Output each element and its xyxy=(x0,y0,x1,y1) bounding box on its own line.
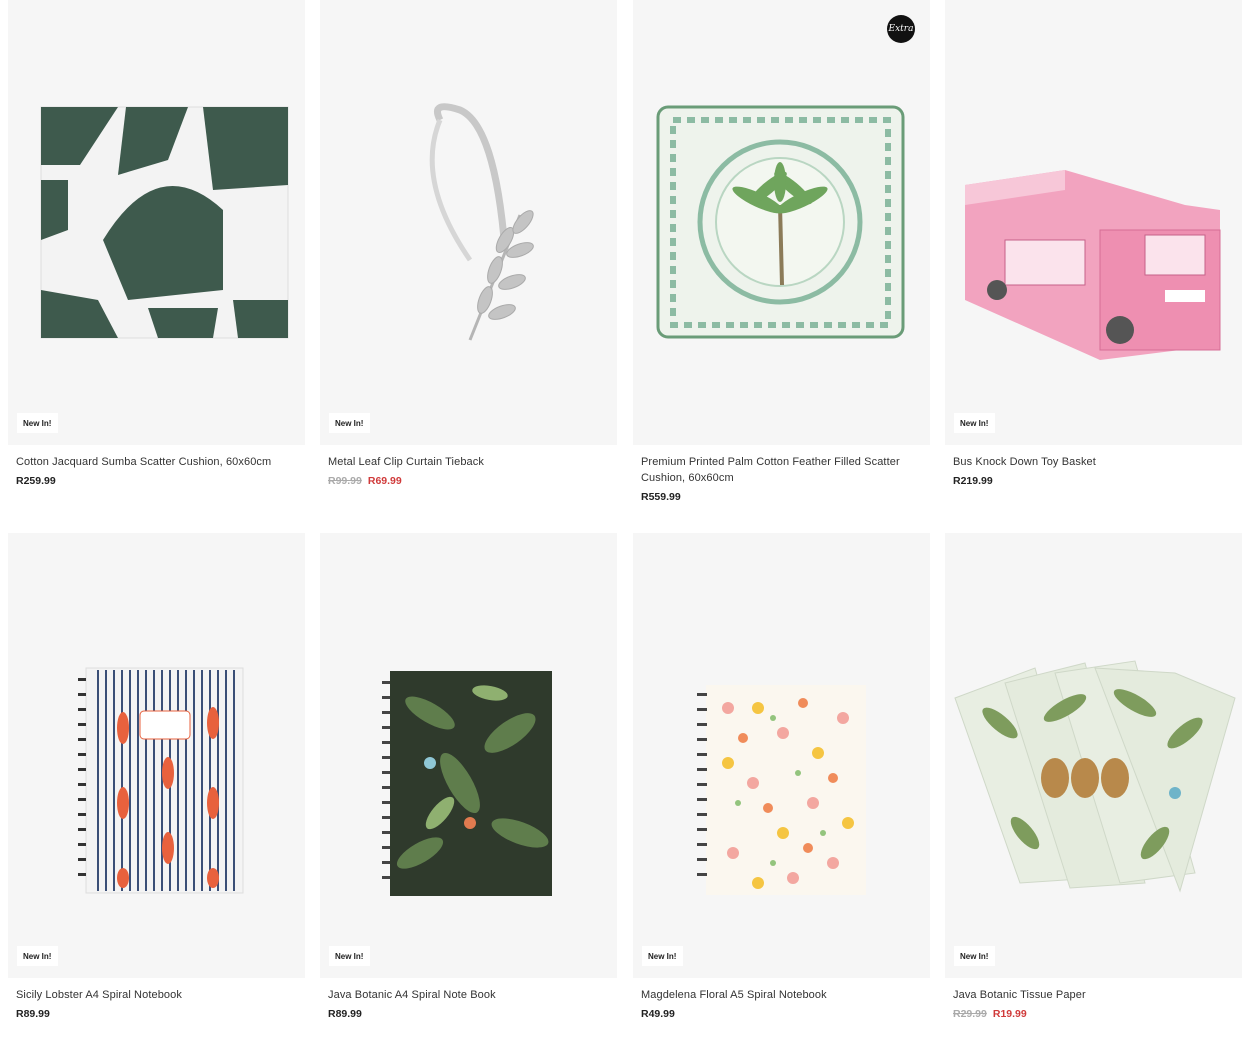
bus-basket-image xyxy=(965,170,1221,360)
product-card[interactable]: New In! Bus Knock Down Toy Basket R219.9… xyxy=(945,0,1242,487)
product-price: R219.99 xyxy=(953,475,993,487)
product-price-row: R99.99 R69.99 xyxy=(328,475,609,487)
product-title[interactable]: Sicily Lobster A4 Spiral Notebook xyxy=(16,987,297,1003)
product-price-row: R259.99 xyxy=(16,475,297,487)
new-in-badge: New In! xyxy=(642,946,684,966)
product-image-link[interactable]: New In! xyxy=(320,533,617,978)
product-image-link[interactable]: New In! xyxy=(945,533,1242,978)
product-price: R49.99 xyxy=(641,1008,675,1020)
product-card[interactable]: New In! Java Botanic A4 Spiral Note Book… xyxy=(320,533,617,1020)
original-price: R29.99 xyxy=(953,1008,987,1020)
tissue-paper-image xyxy=(954,660,1236,893)
product-card[interactable]: New In! Java Botanic Tissue Paper R29.99… xyxy=(945,533,1242,1020)
new-in-badge: New In! xyxy=(17,946,59,966)
product-price-row: R29.99 R19.99 xyxy=(953,1008,1234,1020)
product-image-link[interactable]: Extra xyxy=(633,0,930,445)
product-image-link[interactable]: New In! xyxy=(320,0,617,445)
product-price: R259.99 xyxy=(16,475,56,487)
product-card[interactable]: New In! Magdelena Floral A5 Spiral Noteb… xyxy=(633,533,930,1020)
product-image-link[interactable]: New In! xyxy=(633,533,930,978)
original-price: R99.99 xyxy=(328,475,362,487)
product-price-row: R559.99 xyxy=(641,491,922,503)
product-card[interactable]: Extra Premium Printed Palm Cotton Feathe… xyxy=(633,0,930,503)
product-title[interactable]: Magdelena Floral A5 Spiral Notebook xyxy=(641,987,922,1003)
product-card[interactable]: New In! Metal Leaf Clip Curtain Tieback … xyxy=(320,0,617,487)
sale-price: R19.99 xyxy=(992,1008,1027,1020)
product-image-link[interactable]: New In! xyxy=(8,533,305,978)
new-in-badge: New In! xyxy=(954,946,996,966)
new-in-badge: New In! xyxy=(954,413,996,433)
new-in-badge: New In! xyxy=(329,413,371,433)
product-image-link[interactable]: New In! xyxy=(8,0,305,445)
botanic-notebook-image xyxy=(382,671,552,896)
product-image-link[interactable]: New In! xyxy=(945,0,1242,445)
palm-cushion-image xyxy=(656,105,905,339)
cushion-geometric-image xyxy=(40,106,289,339)
extra-brand-logo: Extra xyxy=(887,15,915,43)
tieback-image xyxy=(429,103,534,341)
product-price: R89.99 xyxy=(328,1008,362,1020)
new-in-badge: New In! xyxy=(17,413,59,433)
sale-price: R69.99 xyxy=(367,475,402,487)
product-title[interactable]: Premium Printed Palm Cotton Feather Fill… xyxy=(641,454,922,486)
product-price-row: R49.99 xyxy=(641,1008,922,1020)
new-in-badge: New In! xyxy=(329,946,371,966)
product-title[interactable]: Metal Leaf Clip Curtain Tieback xyxy=(328,454,609,470)
product-price-row: R219.99 xyxy=(953,475,1234,487)
product-card[interactable]: New In! Sicily Lobster A4 Spiral Noteboo… xyxy=(8,533,305,1020)
product-price: R89.99 xyxy=(16,1008,50,1020)
product-price-row: R89.99 xyxy=(328,1008,609,1020)
product-grid: New In! Cotton Jacquard Sumba Scatter Cu… xyxy=(0,0,1250,1050)
product-price-row: R89.99 xyxy=(16,1008,297,1020)
product-title[interactable]: Bus Knock Down Toy Basket xyxy=(953,454,1234,470)
lobster-notebook-image xyxy=(78,667,244,894)
product-card[interactable]: New In! Cotton Jacquard Sumba Scatter Cu… xyxy=(8,0,305,487)
product-title[interactable]: Java Botanic A4 Spiral Note Book xyxy=(328,987,609,1003)
product-price: R559.99 xyxy=(641,491,681,503)
product-title[interactable]: Cotton Jacquard Sumba Scatter Cushion, 6… xyxy=(16,454,297,470)
floral-notebook-image xyxy=(697,685,866,895)
product-title[interactable]: Java Botanic Tissue Paper xyxy=(953,987,1234,1003)
